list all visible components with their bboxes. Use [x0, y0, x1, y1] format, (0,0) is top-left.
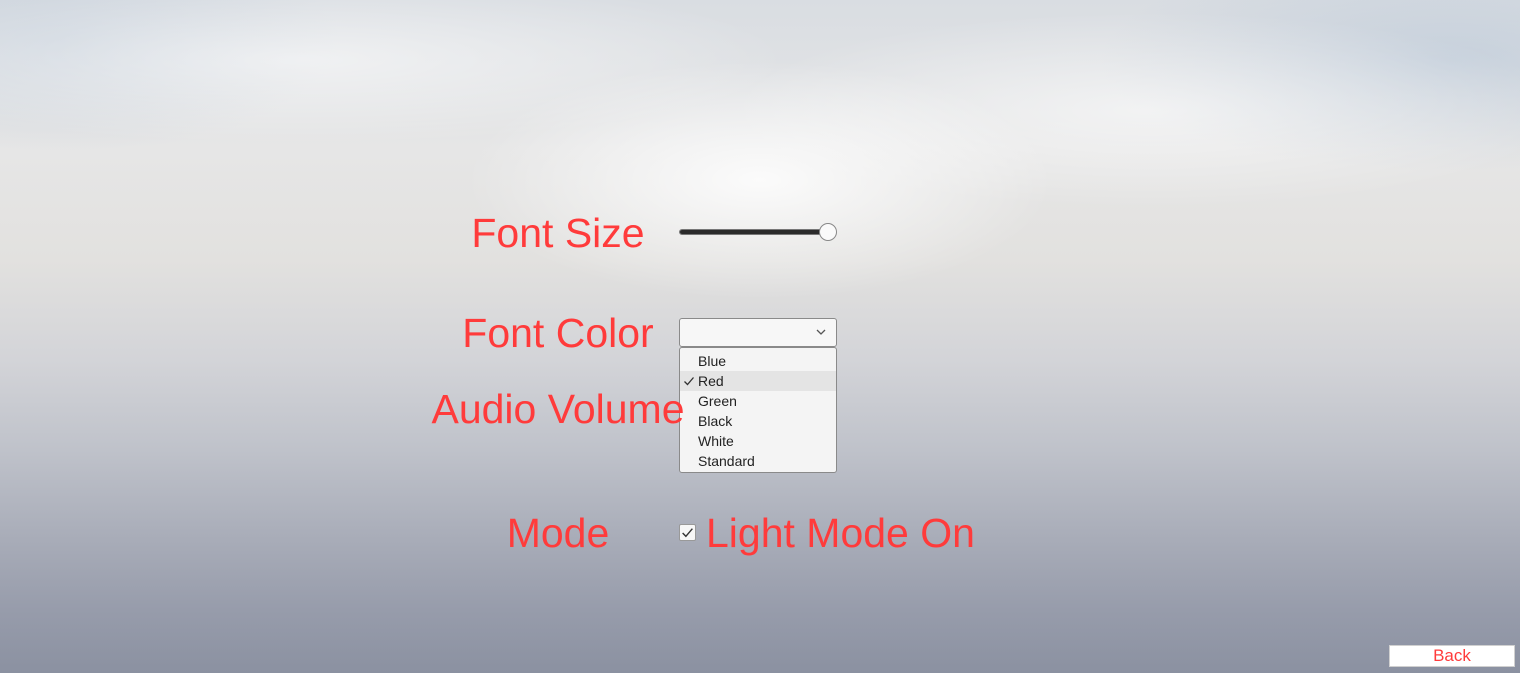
font-color-dropdown[interactable]	[679, 318, 837, 347]
option-label: Black	[698, 413, 733, 429]
option-label: White	[698, 433, 734, 449]
option-label: Standard	[698, 453, 755, 469]
dropdown-option-white[interactable]: White	[680, 431, 836, 451]
chevron-down-icon	[816, 329, 826, 335]
font-color-label: Font Color	[462, 310, 654, 356]
checkmark-icon	[682, 528, 693, 538]
mode-label: Mode	[506, 510, 610, 556]
back-button[interactable]: Back	[1389, 645, 1515, 667]
option-label: Red	[698, 373, 724, 389]
audio-volume-label: Audio Volume	[431, 386, 685, 432]
font-size-label: Font Size	[471, 210, 645, 256]
font-size-slider[interactable]	[679, 222, 839, 244]
option-label: Blue	[698, 353, 727, 369]
dropdown-option-blue[interactable]: Blue	[680, 351, 836, 371]
font-color-options-list: Blue Red Green Black White Standard	[679, 347, 837, 473]
dropdown-option-red[interactable]: Red	[680, 371, 836, 391]
slider-fill	[680, 230, 827, 234]
light-mode-checkbox[interactable]	[679, 524, 696, 541]
option-label: Green	[698, 393, 737, 409]
dropdown-option-standard[interactable]: Standard	[680, 451, 836, 471]
dropdown-option-black[interactable]: Black	[680, 411, 836, 431]
light-mode-label[interactable]: Light Mode On	[706, 509, 975, 557]
slider-handle[interactable]	[819, 223, 837, 241]
dropdown-option-green[interactable]: Green	[680, 391, 836, 411]
